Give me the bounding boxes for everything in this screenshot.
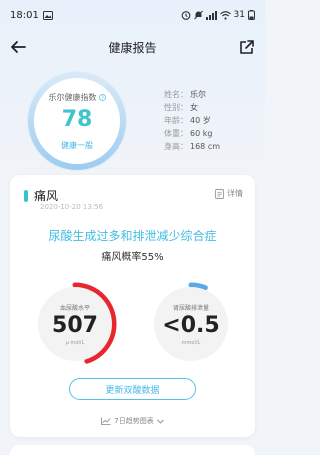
profile-row: 年龄： 40 岁: [164, 114, 220, 127]
status-right: 31: [181, 10, 255, 20]
gauge-value: 507: [52, 312, 98, 338]
profile-value: 168 cm: [190, 142, 221, 151]
profile-row: 姓名： 乐尔: [164, 88, 220, 101]
score-center: 乐尔健康指数 ? 78 健康一般: [34, 78, 120, 164]
trend-chart-icon: [101, 417, 111, 425]
gauge-value: <0.5: [162, 312, 220, 338]
help-icon[interactable]: ?: [98, 93, 106, 101]
profile-row: 体重： 60 kg: [164, 127, 220, 140]
profile-value: 女: [190, 103, 198, 112]
card-title: 痛风: [34, 189, 59, 203]
trend-link-label: 7日趋势图表: [114, 417, 154, 425]
status-bar: 18:01 31: [0, 0, 265, 30]
profile-key: 体重：: [164, 129, 188, 138]
card-date: 2020-10-20 13:56: [40, 203, 104, 211]
document-icon: [215, 188, 224, 199]
signal-icon: [205, 10, 217, 20]
detail-label: 详情: [227, 189, 243, 198]
profile-key: 姓名：: [164, 90, 188, 99]
svg-text:?: ?: [101, 95, 104, 101]
gout-probability: 痛风概率55%: [101, 252, 164, 263]
next-card-peek: [10, 445, 255, 455]
chevron-down-icon: [156, 418, 164, 424]
gauge-face: 血尿酸水平 507 μ mol/L: [38, 287, 112, 361]
accent-bar: [24, 189, 28, 202]
share-icon[interactable]: [237, 37, 257, 57]
profile-key: 年龄：: [164, 116, 188, 125]
battery-level: 31: [233, 10, 245, 20]
health-score-ring: 乐尔健康指数 ? 78 健康一般: [24, 68, 130, 174]
profile-value: 40 岁: [190, 116, 211, 125]
page-title: 健康报告: [108, 40, 157, 55]
gauge-unit: mmol/L: [181, 339, 201, 346]
gauge-unit: μ mol/L: [65, 339, 85, 346]
alarm-icon: [181, 11, 190, 20]
score-label-row: 乐尔健康指数 ?: [49, 92, 106, 103]
gauge-label: 血尿酸水平: [59, 304, 90, 312]
profile-value: 60 kg: [190, 129, 213, 138]
card-header: 痛风: [24, 187, 58, 204]
profile-row: 性别：女: [164, 101, 220, 114]
profile-row: 身高： 168 cm: [164, 140, 220, 153]
blood-uric-acid-gauge: 血尿酸水平 507 μ mol/L: [32, 281, 118, 367]
detail-link[interactable]: 详情: [215, 188, 243, 199]
wifi-icon: [219, 10, 231, 20]
navigation-bar: 健康报告: [0, 30, 265, 64]
mute-icon: [193, 10, 203, 20]
score-status: 健康一般: [61, 140, 93, 150]
kidney-excretion-gauge: 肾尿酸排泄量 <0.5 mmol/L: [148, 281, 234, 367]
battery-icon: [248, 10, 255, 20]
back-arrow-icon[interactable]: [8, 37, 28, 57]
profile-value: 乐尔: [190, 90, 206, 99]
score-value: 78: [61, 106, 93, 132]
gauge-label: 肾尿酸排泄量: [172, 304, 209, 312]
score-label: 乐尔健康指数: [48, 92, 97, 102]
status-time: 18:01: [10, 9, 39, 21]
gout-report-card: 痛风 2020-10-20 13:56 详情 尿酸生成过多和排泄减少综合症 痛风…: [10, 175, 255, 437]
trend-chart-link[interactable]: 7日趋势图表: [10, 416, 255, 426]
user-profile: 姓名： 乐尔 性别：女 年龄： 40 岁 体重： 60 kg 身高： 168 cm: [164, 88, 220, 153]
profile-key: 性别：: [164, 103, 188, 112]
status-left: 18:01: [10, 10, 53, 21]
update-data-button[interactable]: 更新双酸数据: [69, 378, 196, 400]
profile-key: 身高：: [164, 142, 188, 151]
gauge-face: 肾尿酸排泄量 <0.5 mmol/L: [154, 287, 228, 361]
syndrome-title: 尿酸生成过多和排泄减少综合症: [48, 229, 217, 243]
image-notification-icon: [42, 10, 53, 20]
